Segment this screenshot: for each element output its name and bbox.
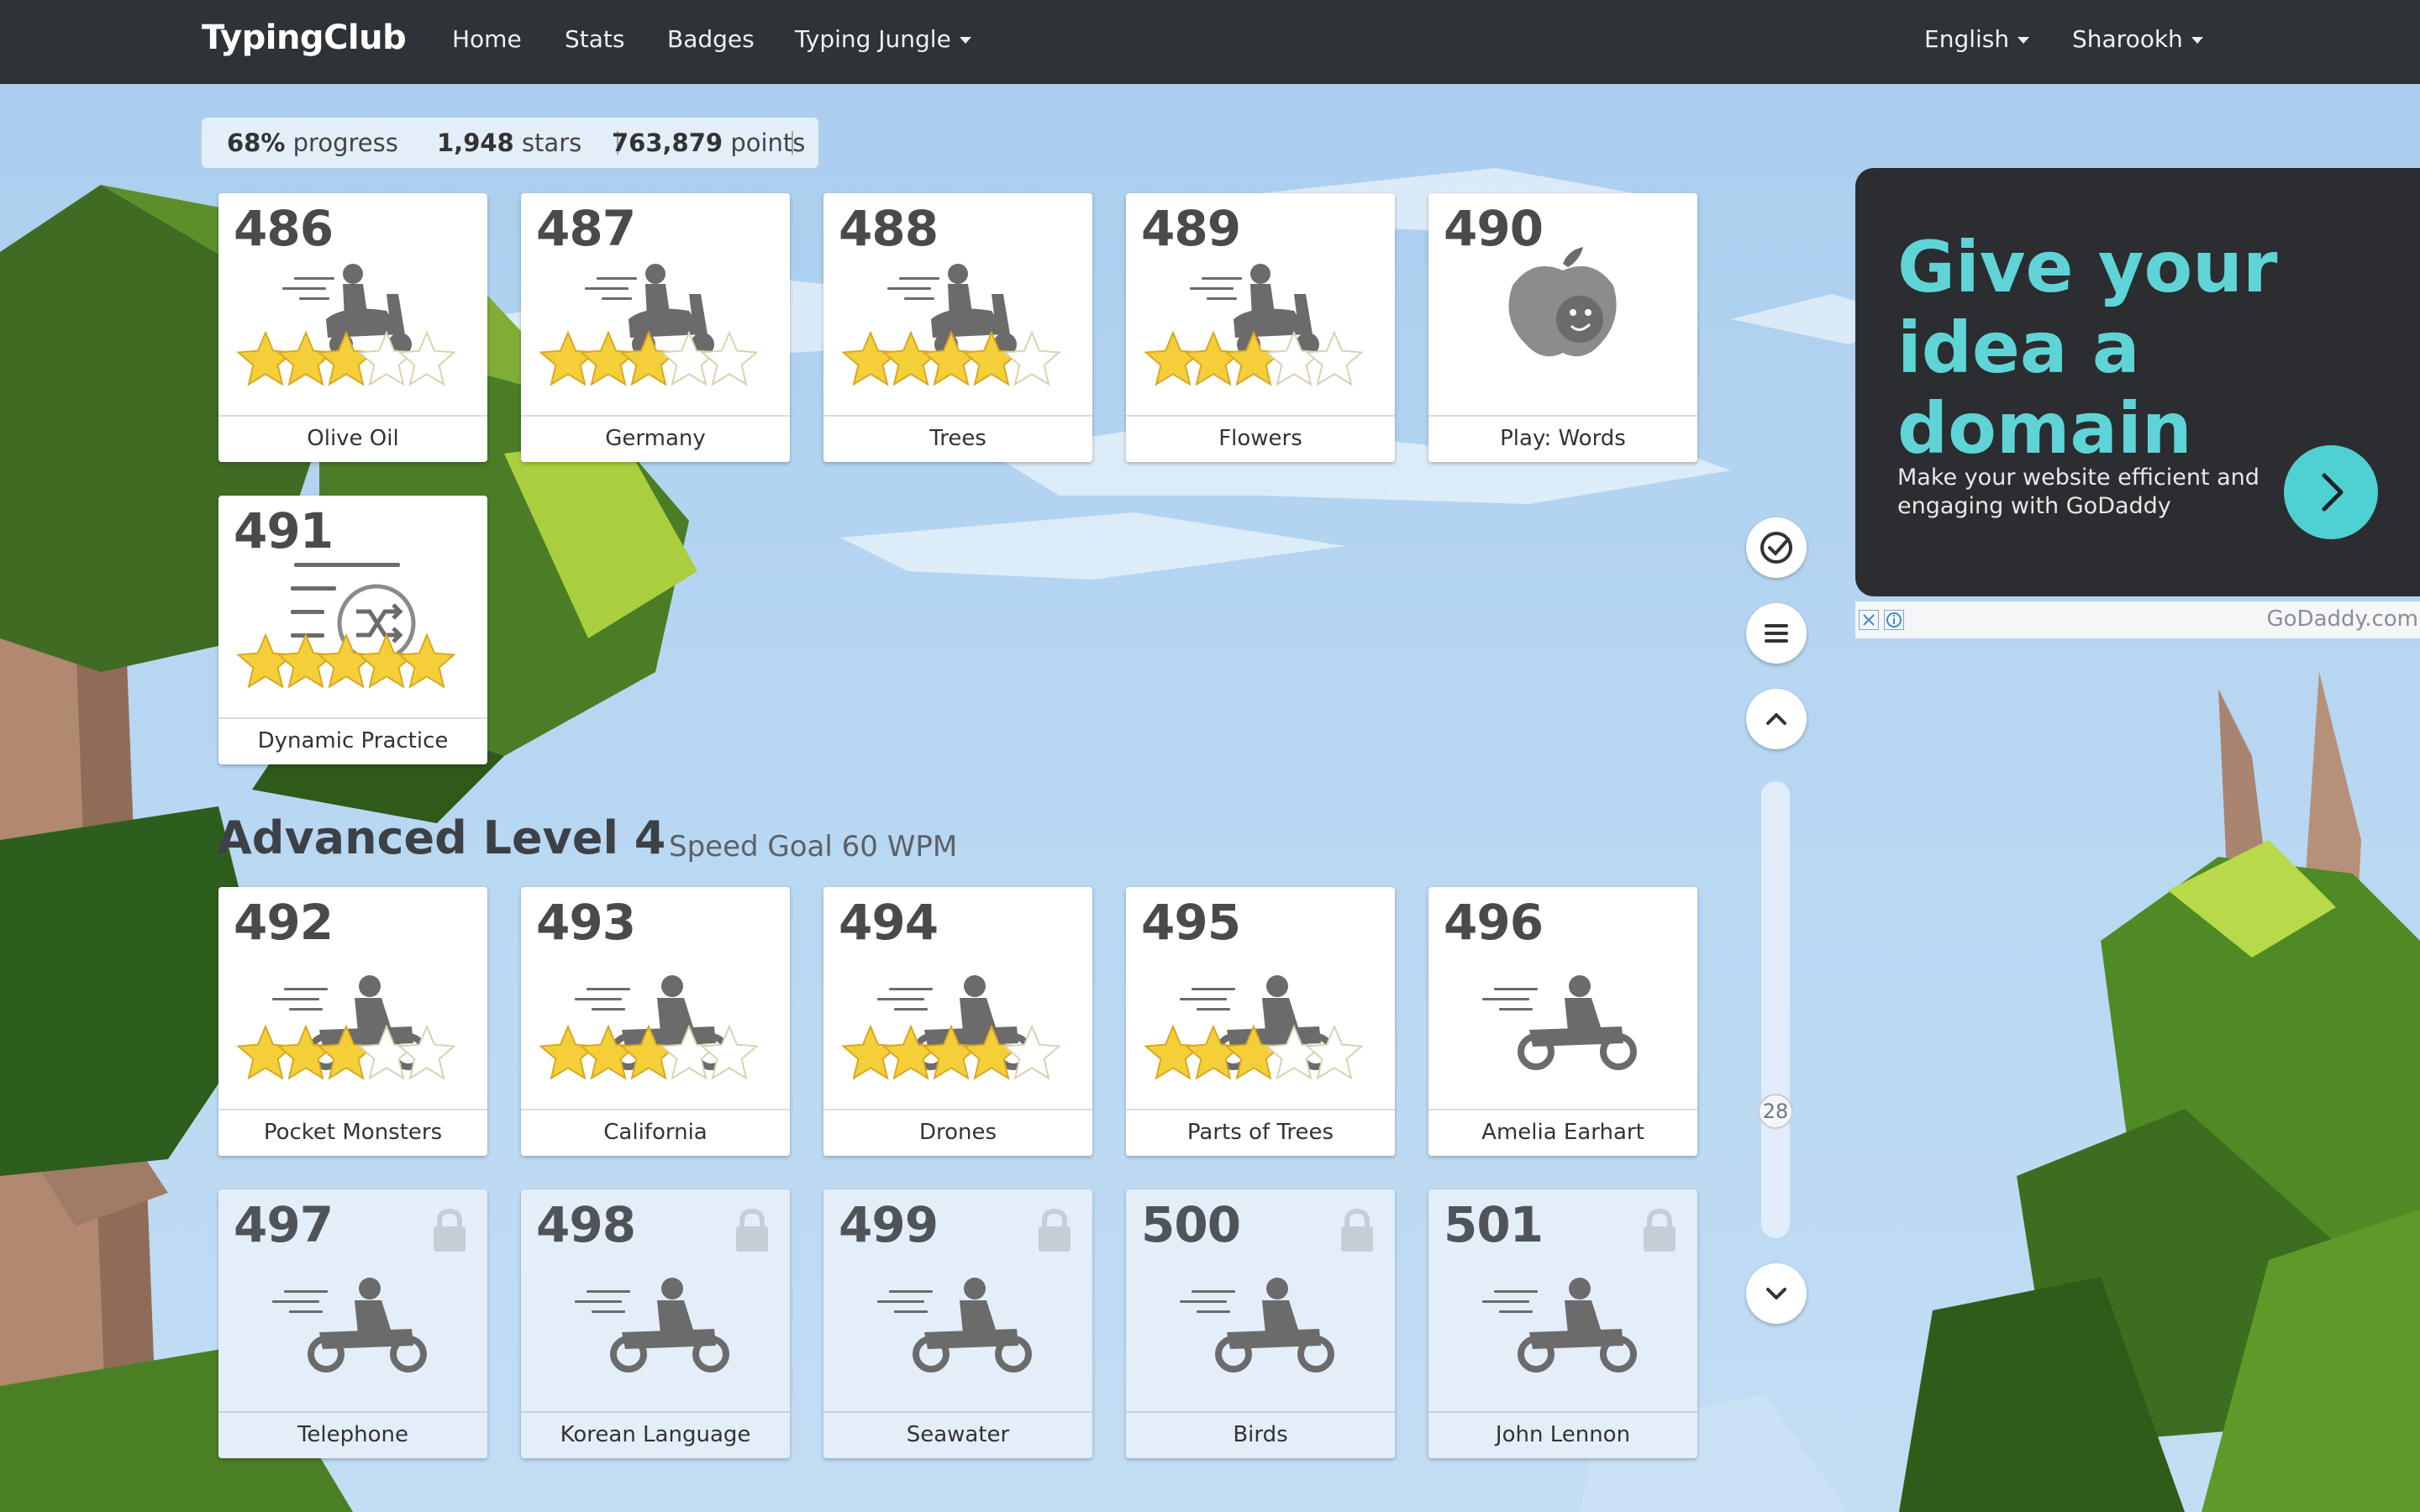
lesson-number: 498 <box>536 1196 636 1253</box>
lesson-scrollbar[interactable] <box>1761 781 1790 1238</box>
progress-value: 68% <box>227 129 286 157</box>
lesson-title: Flowers <box>1126 415 1395 462</box>
ad-info-icon[interactable] <box>1884 610 1904 630</box>
lesson-title: Seawater <box>823 1411 1092 1458</box>
points-label: points <box>730 129 806 157</box>
chevron-right-icon <box>2322 473 2344 512</box>
lesson-card[interactable]: 496 Amelia Earhart <box>1428 887 1697 1156</box>
lesson-card[interactable]: 493 California <box>521 887 790 1156</box>
nav-badges[interactable]: Badges <box>667 25 755 53</box>
scroll-up-button[interactable] <box>1746 689 1807 749</box>
lesson-number: 488 <box>839 200 939 257</box>
lesson-title: Pocket Monsters <box>218 1109 487 1156</box>
lesson-card[interactable]: 487 Germany <box>521 193 790 462</box>
check-circle-icon <box>1760 532 1792 564</box>
stars-stat: 1,948 stars <box>437 118 581 168</box>
lesson-title: Amelia Earhart <box>1428 1109 1697 1156</box>
ad-body: Make your website efficient and engaging… <box>1897 465 2260 519</box>
lesson-number: 493 <box>536 894 636 951</box>
lock-icon <box>1341 1208 1373 1252</box>
lesson-title: Korean Language <box>521 1411 790 1458</box>
user-name: Sharookh <box>2072 25 2183 53</box>
lesson-card[interactable]: 486 Olive Oil <box>218 193 487 462</box>
section-title: Advanced Level 4 <box>217 811 666 864</box>
lesson-card: 497 Telephone <box>218 1189 487 1458</box>
lesson-number: 500 <box>1141 1196 1241 1253</box>
ad-footer: GoDaddy.com <box>1855 601 2420 638</box>
lesson-number: 490 <box>1444 200 1544 257</box>
lesson-title: California <box>521 1109 790 1156</box>
lesson-title: Trees <box>823 415 1092 462</box>
completed-lessons-button[interactable] <box>1746 517 1807 578</box>
lesson-number: 487 <box>536 200 636 257</box>
language-label: English <box>1924 25 2010 53</box>
lesson-title: Telephone <box>218 1411 487 1458</box>
nav-stats[interactable]: Stats <box>565 25 624 53</box>
nav-typing-jungle-label: Typing Jungle <box>795 25 951 53</box>
user-dropdown[interactable]: Sharookh <box>2072 25 2203 53</box>
lesson-title: Dynamic Practice <box>218 717 487 764</box>
lesson-number: 497 <box>234 1196 334 1253</box>
brand-logo[interactable]: TypingClub <box>202 18 407 57</box>
nav-home[interactable]: Home <box>452 25 522 53</box>
scroll-down-button[interactable] <box>1746 1263 1807 1324</box>
chevron-down-icon <box>1766 1288 1786 1299</box>
lesson-card[interactable]: 492 Pocket Monsters <box>218 887 487 1156</box>
progress-summary: 68% progress 1,948 stars 763,879 points <box>202 118 818 168</box>
godaddy-ad[interactable]: Give your idea a domain Make your websit… <box>1855 168 2420 596</box>
lesson-number: 501 <box>1444 1196 1544 1253</box>
lesson-card: 501 John Lennon <box>1428 1189 1697 1458</box>
points-stat: 763,879 points <box>612 118 805 168</box>
lesson-card[interactable]: 491 Dynamic Practice <box>218 496 487 764</box>
chevron-down-icon <box>959 37 971 44</box>
chevron-up-icon <box>1766 713 1786 725</box>
progress-stat: 68% progress <box>227 118 398 168</box>
lesson-title: John Lennon <box>1428 1411 1697 1458</box>
lesson-number: 494 <box>839 894 939 951</box>
lock-icon <box>1644 1208 1676 1252</box>
points-value: 763,879 <box>612 129 723 157</box>
language-dropdown[interactable]: English <box>1924 25 2030 53</box>
ad-headline: Give your idea a domain <box>1897 226 2278 470</box>
lesson-title: Germany <box>521 415 790 462</box>
lesson-card: 499 Seawater <box>823 1189 1092 1458</box>
lesson-title: Birds <box>1126 1411 1395 1458</box>
stars-value: 1,948 <box>437 129 514 157</box>
ad-brand: GoDaddy.com <box>2266 606 2419 632</box>
lesson-card: 498 Korean Language <box>521 1189 790 1458</box>
menu-button[interactable] <box>1746 603 1807 664</box>
lock-icon <box>1039 1208 1071 1252</box>
lock-icon <box>736 1208 768 1252</box>
progress-label: progress <box>292 129 398 157</box>
lesson-number: 491 <box>234 502 334 559</box>
chevron-down-icon <box>2191 37 2203 44</box>
ad-cta-button[interactable] <box>2284 445 2378 539</box>
lesson-number: 489 <box>1141 200 1241 257</box>
menu-icon <box>1765 624 1788 643</box>
lesson-number: 495 <box>1141 894 1241 951</box>
lock-icon <box>434 1208 466 1252</box>
top-navbar: TypingClub Home Stats Badges Typing Jung… <box>0 0 2420 84</box>
lesson-number: 492 <box>234 894 334 951</box>
lesson-card: 500 Birds <box>1126 1189 1395 1458</box>
chevron-down-icon <box>2018 37 2030 44</box>
lesson-number: 499 <box>839 1196 939 1253</box>
lesson-title: Drones <box>823 1109 1092 1156</box>
scroll-position-indicator[interactable]: 28 <box>1758 1094 1793 1129</box>
lesson-card[interactable]: 494 Drones <box>823 887 1092 1156</box>
lesson-card[interactable]: 488 Trees <box>823 193 1092 462</box>
lesson-title: Play: Words <box>1428 415 1697 462</box>
lesson-card[interactable]: 490 Play: Words <box>1428 193 1697 462</box>
nav-typing-jungle[interactable]: Typing Jungle <box>795 25 971 53</box>
lesson-number: 496 <box>1444 894 1544 951</box>
ad-close-icon[interactable] <box>1859 610 1879 630</box>
stars-label: stars <box>521 129 582 157</box>
lesson-number: 486 <box>234 200 334 257</box>
lesson-title: Olive Oil <box>218 415 487 462</box>
lesson-title: Parts of Trees <box>1126 1109 1395 1156</box>
lesson-card[interactable]: 495 Parts of Trees <box>1126 887 1395 1156</box>
lesson-card[interactable]: 489 Flowers <box>1126 193 1395 462</box>
section-subtitle: Speed Goal 60 WPM <box>669 830 958 864</box>
